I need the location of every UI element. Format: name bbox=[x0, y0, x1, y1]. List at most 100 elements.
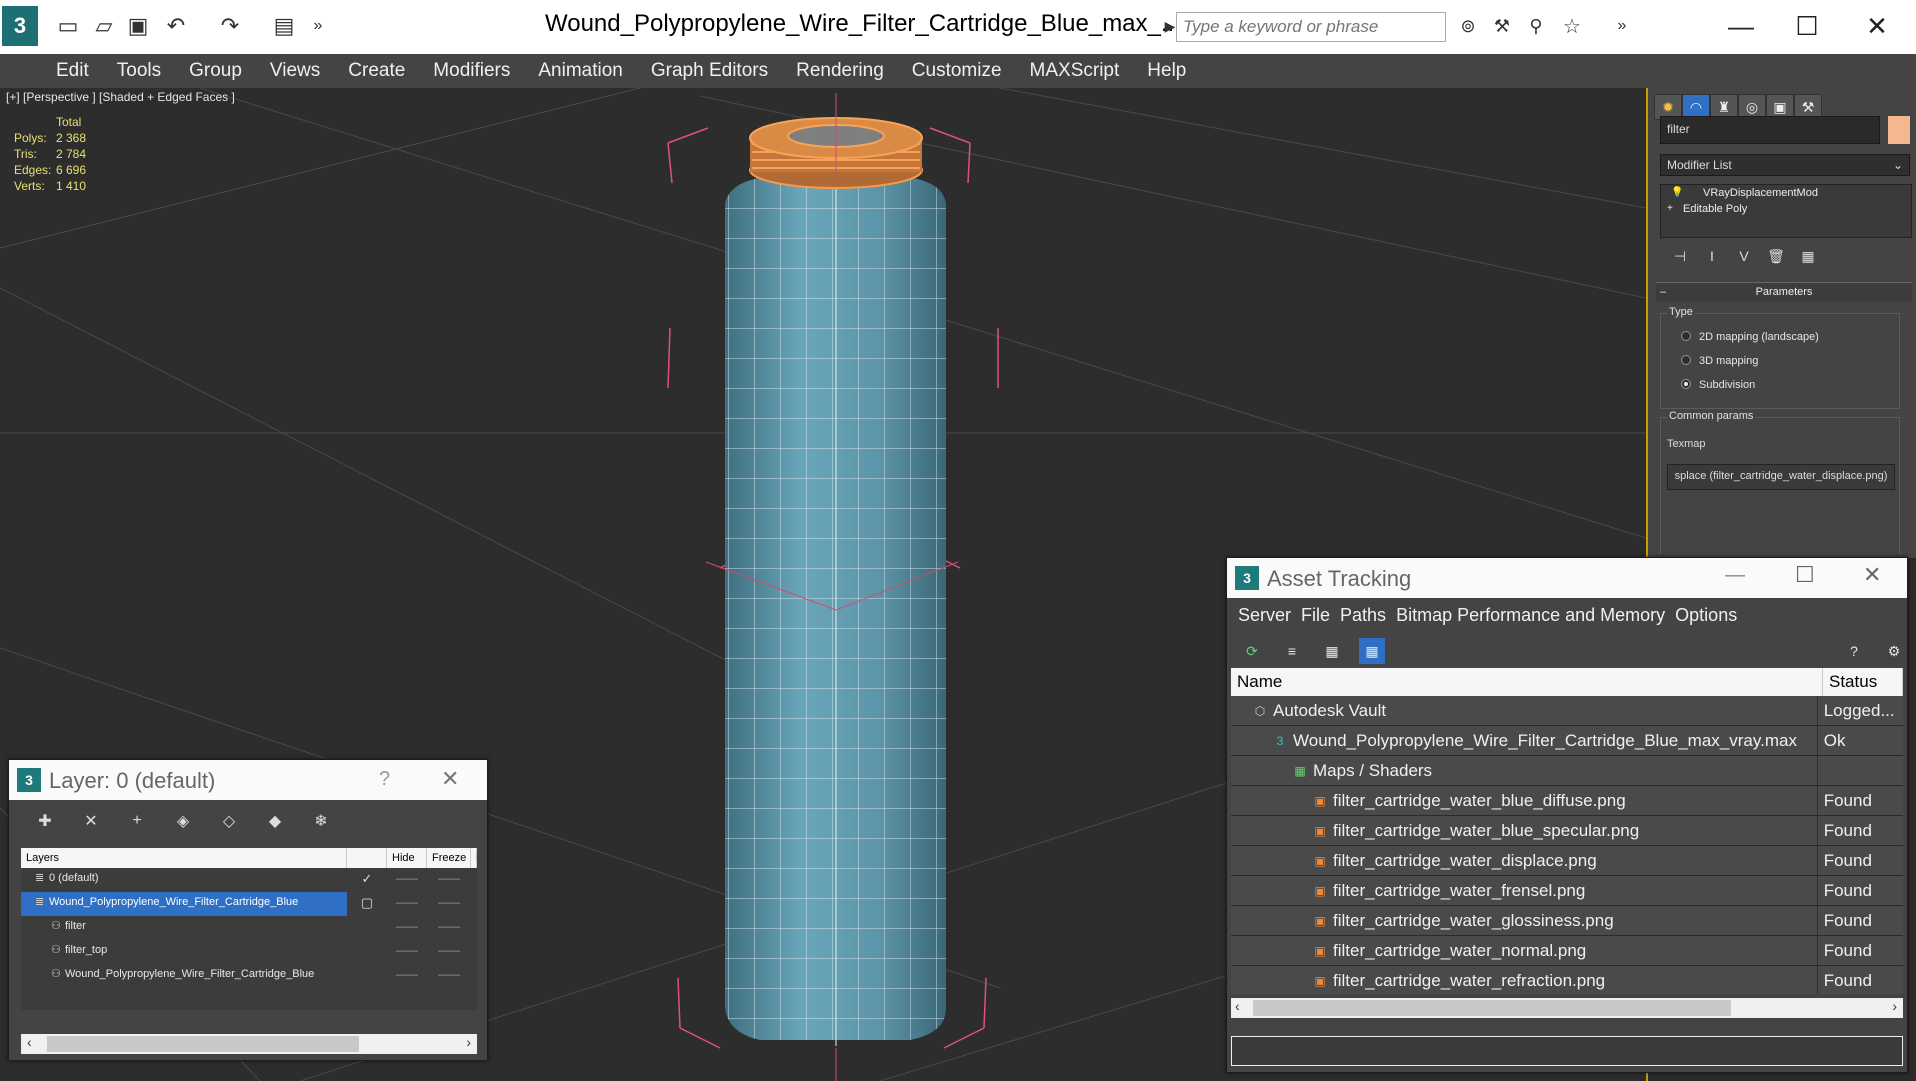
minimize-button[interactable]: — bbox=[1725, 564, 1745, 587]
menu-animation[interactable]: Animation bbox=[524, 60, 637, 82]
more-tools-icon[interactable]: » bbox=[302, 10, 334, 42]
asset-row[interactable]: ▣ filter_cartridge_water_displace.png Foun… bbox=[1231, 846, 1903, 876]
hide-toggle[interactable]: —— bbox=[387, 964, 427, 988]
asset-row[interactable]: ▣ filter_cartridge_water_glossiness.png Fo… bbox=[1231, 906, 1903, 936]
close-button[interactable]: ✕ bbox=[1863, 562, 1881, 588]
freeze-toggle[interactable]: —— bbox=[427, 940, 471, 964]
at-menu-paths[interactable]: Paths bbox=[1335, 605, 1391, 626]
texmap-button[interactable]: splace (filter_cartridge_water_displace.… bbox=[1667, 464, 1895, 490]
stack-item-vray-displacement[interactable]: 💡 VRayDisplacementMod bbox=[1661, 185, 1911, 201]
asset-row[interactable]: ▣ filter_cartridge_water_blue_specular.pn… bbox=[1231, 816, 1903, 846]
layer-row[interactable]: ⚇ Wound_Polypropylene_Wire_Filter_Cartrid… bbox=[21, 964, 477, 988]
pin-stack-icon[interactable]: ⊣ bbox=[1670, 246, 1690, 266]
layer-row[interactable]: ≣ Wound_Polypropylene_Wire_Filter_Cartrid… bbox=[21, 892, 477, 916]
radio-subdivision[interactable]: Subdivision bbox=[1681, 378, 1755, 392]
settings-icon[interactable]: ⚙ bbox=[1881, 638, 1907, 664]
at-menu-file[interactable]: File bbox=[1296, 605, 1335, 626]
make-unique-icon[interactable]: V bbox=[1734, 246, 1754, 266]
menu-customize[interactable]: Customize bbox=[898, 60, 1016, 82]
column-render[interactable]: R bbox=[471, 848, 477, 868]
freeze-toggle[interactable]: —— bbox=[427, 964, 471, 988]
hide-all-icon[interactable]: ◆ bbox=[263, 809, 287, 833]
maximize-button[interactable]: ☐ bbox=[1780, 6, 1834, 46]
communication-icon[interactable]: ⚲ bbox=[1520, 10, 1552, 42]
menu-graph-editors[interactable]: Graph Editors bbox=[637, 60, 782, 82]
object-color-swatch[interactable] bbox=[1888, 116, 1910, 144]
column-status[interactable]: Status bbox=[1823, 668, 1903, 696]
redo-icon[interactable]: ↷ bbox=[214, 10, 246, 42]
help-button[interactable]: ? bbox=[379, 768, 390, 791]
refresh-icon[interactable]: ⟳ bbox=[1239, 638, 1265, 664]
help-icon[interactable]: ? bbox=[1841, 638, 1867, 664]
column-freeze[interactable]: Freeze bbox=[427, 848, 471, 868]
minimize-button[interactable]: — bbox=[1714, 6, 1768, 46]
layer-horizontal-scrollbar[interactable]: ‹ › bbox=[21, 1034, 477, 1054]
at-menu-bitmap-performance[interactable]: Bitmap Performance and Memory bbox=[1391, 605, 1670, 626]
object-name-field[interactable]: filter bbox=[1660, 116, 1880, 144]
filter-cartridge-model[interactable] bbox=[705, 93, 959, 1081]
save-file-icon[interactable]: ▣ bbox=[122, 10, 154, 42]
radio-2d-mapping[interactable]: 2D mapping (landscape) bbox=[1681, 330, 1819, 344]
freeze-toggle[interactable]: —— bbox=[427, 916, 471, 940]
select-objects-icon[interactable]: ◈ bbox=[171, 809, 195, 833]
current-layer-check[interactable]: ▢ bbox=[347, 892, 387, 916]
current-layer-check[interactable] bbox=[347, 916, 387, 940]
show-end-result-icon[interactable]: I bbox=[1702, 246, 1722, 266]
modifier-list-dropdown[interactable]: Modifier List ⌄ bbox=[1660, 154, 1910, 176]
layer-row[interactable]: ⚇ filter —— —— bbox=[21, 916, 477, 940]
add-selection-icon[interactable]: + bbox=[125, 809, 149, 833]
scroll-right-icon[interactable]: › bbox=[466, 1034, 471, 1050]
highlight-layer-icon[interactable]: ◇ bbox=[217, 809, 241, 833]
menu-group[interactable]: Group bbox=[175, 60, 256, 82]
scroll-left-icon[interactable]: ‹ bbox=[27, 1034, 32, 1050]
asset-row[interactable]: ▣ filter_cartridge_water_refraction.png Fo… bbox=[1231, 966, 1903, 994]
menu-create[interactable]: Create bbox=[334, 60, 419, 82]
asset-horizontal-scrollbar[interactable]: ‹ › bbox=[1231, 998, 1903, 1018]
column-name[interactable]: Name bbox=[1231, 668, 1823, 696]
current-layer-check[interactable] bbox=[347, 964, 387, 988]
scroll-thumb[interactable] bbox=[1253, 1000, 1731, 1016]
modifier-stack[interactable]: 💡 VRayDisplacementMod + Editable Poly bbox=[1660, 184, 1912, 238]
scroll-thumb[interactable] bbox=[47, 1036, 359, 1052]
menu-views[interactable]: Views bbox=[256, 60, 334, 82]
freeze-toggle[interactable]: —— bbox=[427, 868, 471, 892]
scroll-right-icon[interactable]: › bbox=[1892, 998, 1897, 1014]
current-layer-check[interactable]: ✓ bbox=[347, 868, 387, 892]
column-layers[interactable]: Layers bbox=[21, 848, 347, 868]
hide-toggle[interactable]: —— bbox=[387, 892, 427, 916]
stack-item-editable-poly[interactable]: + Editable Poly bbox=[1661, 201, 1911, 217]
project-folder-icon[interactable]: ▤ bbox=[268, 10, 300, 42]
layer-row[interactable]: ≣ 0 (default) ✓ —— —— bbox=[21, 868, 477, 892]
menu-help[interactable]: Help bbox=[1133, 60, 1200, 82]
remove-modifier-icon[interactable]: 🗑 bbox=[1766, 246, 1786, 266]
hide-toggle[interactable]: —— bbox=[387, 916, 427, 940]
asset-row[interactable]: ▣ filter_cartridge_water_blue_diffuse.png… bbox=[1231, 786, 1903, 816]
new-file-icon[interactable]: ▭ bbox=[52, 10, 84, 42]
expand-plus-icon[interactable]: + bbox=[1667, 203, 1677, 214]
search-input[interactable] bbox=[1176, 12, 1446, 42]
menu-edit[interactable]: Edit bbox=[42, 60, 103, 82]
lightbulb-icon[interactable]: 💡 bbox=[1671, 187, 1683, 198]
freeze-all-icon[interactable]: ❄ bbox=[309, 809, 333, 833]
parameters-header[interactable]: – Parameters bbox=[1656, 283, 1912, 301]
asset-row[interactable]: ⬡ Autodesk Vault Logged... bbox=[1231, 696, 1903, 726]
list-view-icon[interactable]: ≡ bbox=[1279, 638, 1305, 664]
menu-tools[interactable]: Tools bbox=[103, 60, 175, 82]
undo-icon[interactable]: ↶ bbox=[160, 10, 192, 42]
asset-tracking-titlebar[interactable]: 3 Asset Tracking — ☐ ✕ bbox=[1227, 558, 1907, 598]
more-help-icon[interactable]: » bbox=[1606, 10, 1638, 42]
hide-toggle[interactable]: —— bbox=[387, 940, 427, 964]
new-layer-icon[interactable]: ✚ bbox=[33, 809, 57, 833]
viewport-label[interactable]: [+] [Perspective ] [Shaded + Edged Faces… bbox=[6, 90, 235, 104]
menu-modifiers[interactable]: Modifiers bbox=[419, 60, 524, 82]
open-file-icon[interactable]: ▱ bbox=[88, 10, 120, 42]
detail-view-icon[interactable]: ▦ bbox=[1319, 638, 1345, 664]
close-button[interactable]: ✕ bbox=[1850, 6, 1904, 46]
asset-row[interactable]: ▣ filter_cartridge_water_frensel.png Found bbox=[1231, 876, 1903, 906]
asset-row[interactable]: ▣ filter_cartridge_water_normal.png Found bbox=[1231, 936, 1903, 966]
radio-3d-mapping[interactable]: 3D mapping bbox=[1681, 354, 1758, 368]
asset-row[interactable]: ▦ Maps / Shaders bbox=[1231, 756, 1903, 786]
layer-titlebar[interactable]: 3 Layer: 0 (default) ? ✕ bbox=[9, 760, 487, 800]
menu-rendering[interactable]: Rendering bbox=[782, 60, 898, 82]
configure-sets-icon[interactable]: ▦ bbox=[1798, 246, 1818, 266]
